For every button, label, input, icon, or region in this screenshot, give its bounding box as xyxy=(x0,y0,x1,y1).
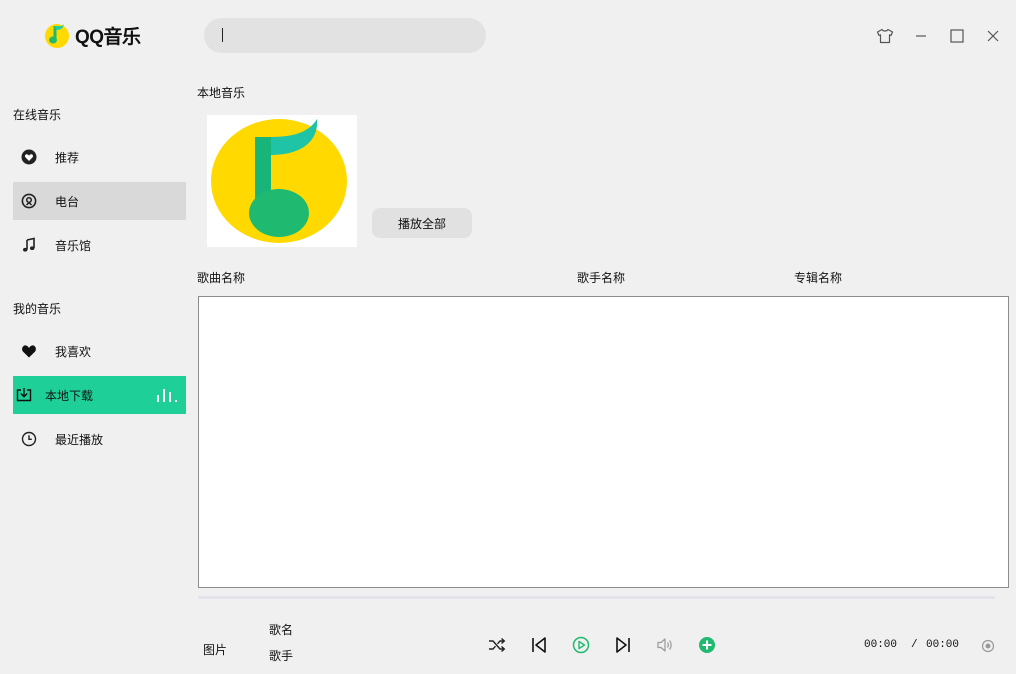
column-header-artist[interactable]: 歌手名称 xyxy=(577,269,625,286)
download-icon xyxy=(16,387,32,403)
time-separator: / xyxy=(911,639,918,651)
song-list[interactable] xyxy=(198,296,1009,588)
maximize-icon[interactable] xyxy=(947,26,967,46)
current-time: 00:00 xyxy=(864,639,898,651)
sidebar-item-label: 推荐 xyxy=(55,150,80,165)
sidebar-item-radio[interactable]: 电台 xyxy=(13,182,186,220)
column-header-album[interactable]: 专辑名称 xyxy=(794,269,842,286)
next-track-icon[interactable] xyxy=(612,634,634,656)
minimize-icon[interactable] xyxy=(911,26,931,46)
radio-icon xyxy=(21,193,37,209)
app-logo[interactable]: QQ音乐 xyxy=(44,21,141,49)
now-playing-artist: 歌手 xyxy=(269,649,294,663)
heart-icon xyxy=(21,343,37,359)
now-playing-picture: 图片 xyxy=(203,643,228,657)
skin-icon[interactable] xyxy=(875,26,895,46)
sidebar-item-label: 我喜欢 xyxy=(55,344,92,359)
heart-circle-icon xyxy=(21,149,37,165)
app-logo-text: QQ音乐 xyxy=(75,26,141,48)
previous-track-icon[interactable] xyxy=(528,634,550,656)
search-caret xyxy=(222,28,223,42)
sidebar-item-favorites[interactable]: 我喜欢 xyxy=(13,332,186,370)
qq-music-logo-icon xyxy=(45,24,69,48)
sidebar-item-label: 电台 xyxy=(55,194,80,209)
play-icon[interactable] xyxy=(570,634,592,656)
online-music-title: 在线音乐 xyxy=(13,108,62,122)
sidebar-item-local-download[interactable]: 本地下载 xyxy=(13,376,186,414)
my-music-title: 我的音乐 xyxy=(13,302,62,316)
playlist-toggle-icon[interactable] xyxy=(977,635,999,657)
now-playing-song: 歌名 xyxy=(269,623,294,637)
sidebar-item-label: 音乐馆 xyxy=(55,238,92,253)
search-input[interactable] xyxy=(204,18,486,53)
sidebar-item-music-hall[interactable]: 音乐馆 xyxy=(13,226,186,264)
close-icon[interactable] xyxy=(983,26,1003,46)
playing-equalizer-icon xyxy=(157,388,177,402)
music-note-icon xyxy=(21,237,37,253)
sidebar-item-label: 最近播放 xyxy=(55,432,104,447)
column-header-song[interactable]: 歌曲名称 xyxy=(197,269,245,286)
playback-progress-bar[interactable] xyxy=(198,596,995,599)
sidebar-item-label: 本地下载 xyxy=(45,388,94,403)
sidebar-item-recommend[interactable]: 推荐 xyxy=(13,138,186,176)
total-time: 00:00 xyxy=(926,639,960,651)
clock-icon xyxy=(21,431,37,447)
album-cover xyxy=(207,115,357,247)
play-all-button[interactable]: 播放全部 xyxy=(372,208,472,238)
qq-music-cover-icon xyxy=(211,119,347,243)
shuffle-icon[interactable] xyxy=(486,634,508,656)
sidebar: QQ音乐 在线音乐 推荐 电台 音乐馆 我的音乐 我喜欢 本地下载 最近播放 xyxy=(0,0,195,674)
volume-icon[interactable] xyxy=(654,634,676,656)
page-title: 本地音乐 xyxy=(197,86,246,100)
add-to-playlist-icon[interactable] xyxy=(696,634,718,656)
sidebar-item-recent[interactable]: 最近播放 xyxy=(13,420,186,458)
